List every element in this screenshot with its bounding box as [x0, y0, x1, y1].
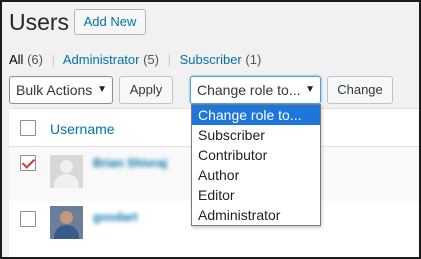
- row-checkbox[interactable]: [20, 211, 36, 227]
- role-option-author[interactable]: Author: [192, 165, 320, 185]
- filter-administrator-count: (5): [143, 52, 159, 67]
- separator: |: [167, 52, 171, 67]
- chevron-down-icon: ▼: [305, 84, 315, 95]
- filter-subscriber-link[interactable]: Subscriber: [180, 52, 242, 67]
- filter-all-label[interactable]: All: [9, 52, 23, 67]
- role-option-subscriber[interactable]: Subscriber: [192, 125, 320, 145]
- separator: |: [51, 52, 55, 67]
- apply-button[interactable]: Apply: [119, 76, 173, 104]
- select-all-checkbox[interactable]: [20, 120, 36, 136]
- chevron-down-icon: ▼: [97, 84, 107, 95]
- row-checkbox[interactable]: [20, 155, 36, 171]
- filter-subscriber-count: (1): [245, 52, 262, 67]
- role-option-contributor[interactable]: Contributor: [192, 145, 320, 165]
- add-new-button[interactable]: Add New: [74, 9, 146, 35]
- change-role-select[interactable]: Change role to... ▼: [190, 76, 321, 104]
- page-title: Users: [9, 9, 70, 35]
- bulk-actions-value: Bulk Actions: [16, 82, 93, 98]
- change-role-dropdown: Change role to... Subscriber Contributor…: [191, 104, 321, 226]
- filter-administrator-link[interactable]: Administrator: [63, 52, 140, 67]
- username-link[interactable]: goodart: [93, 210, 138, 224]
- role-option-placeholder[interactable]: Change role to...: [192, 105, 320, 125]
- user-role-filter-links: All (6) | Administrator (5) | Subscriber…: [9, 52, 261, 67]
- avatar: [50, 155, 83, 188]
- change-role-value: Change role to...: [197, 82, 301, 98]
- filter-all-count: (6): [27, 52, 43, 67]
- bulk-actions-select[interactable]: Bulk Actions ▼: [9, 76, 113, 104]
- change-role-button[interactable]: Change: [327, 76, 393, 104]
- role-option-editor[interactable]: Editor: [192, 185, 320, 205]
- avatar: [50, 206, 83, 239]
- username-column-header[interactable]: Username: [50, 121, 115, 137]
- username-link[interactable]: Brian Shivraj: [93, 156, 167, 170]
- role-option-administrator[interactable]: Administrator: [192, 205, 320, 225]
